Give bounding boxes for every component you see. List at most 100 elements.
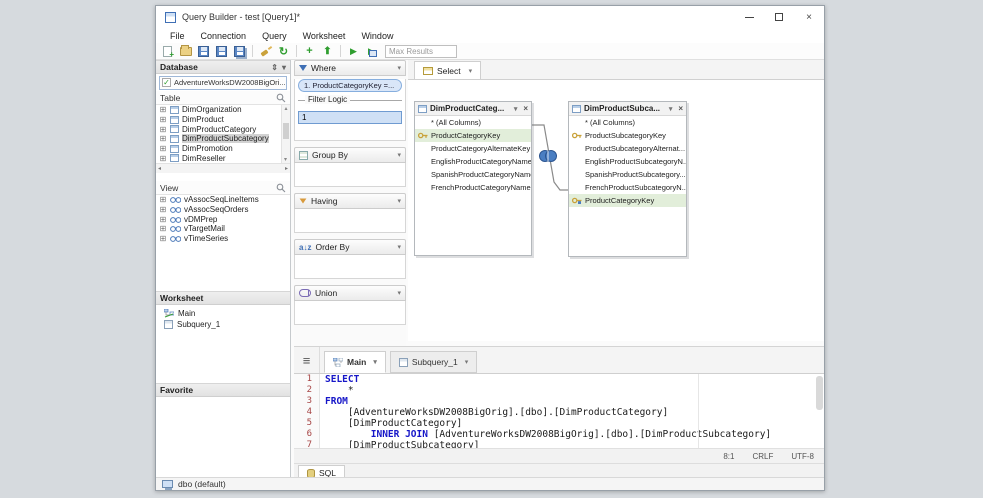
column-primary-key[interactable]: ProductSubcategoryKey bbox=[569, 129, 686, 142]
table-card-dimproductsubcategory[interactable]: DimProductSubca... ▾ × * (All Columns) P… bbox=[568, 101, 687, 257]
worksheet-menu-button[interactable]: ≡ bbox=[294, 347, 320, 373]
expand-icon[interactable]: ⊞ bbox=[159, 224, 167, 233]
view-tree-item[interactable]: ⊞ vDMPrep bbox=[156, 214, 290, 224]
open-button[interactable] bbox=[178, 44, 193, 58]
column-all[interactable]: * (All Columns) bbox=[415, 116, 531, 129]
search-icon[interactable] bbox=[276, 183, 286, 193]
new-worksheet-button[interactable]: + bbox=[160, 45, 175, 58]
expand-icon[interactable]: ⊞ bbox=[159, 105, 167, 114]
chevron-down-icon[interactable]: ▾ bbox=[397, 197, 401, 205]
worksheet-section-header[interactable]: Worksheet bbox=[156, 291, 290, 305]
scroll-left-icon[interactable]: ◂ bbox=[158, 165, 161, 172]
run-button[interactable]: ▶ bbox=[346, 45, 361, 58]
sort-icon[interactable]: ⇕ bbox=[271, 63, 278, 72]
menu-worksheet[interactable]: Worksheet bbox=[295, 31, 354, 41]
table-tree-item[interactable]: ⊞ DimProductCategory bbox=[156, 124, 290, 134]
select-tab[interactable]: Select ▾ bbox=[414, 61, 482, 79]
scroll-down-icon[interactable]: ▾ bbox=[284, 156, 287, 163]
column-primary-key[interactable]: ProductCategoryKey bbox=[415, 129, 531, 142]
table-list-horizontal-scrollbar[interactable]: ◂ ▸ bbox=[156, 163, 290, 173]
refresh-button[interactable]: ↻ bbox=[276, 45, 291, 58]
encoding[interactable]: UTF-8 bbox=[791, 452, 814, 461]
expand-icon[interactable]: ⊞ bbox=[159, 205, 167, 214]
tab-subquery-1[interactable]: Subquery_1 ▾ bbox=[389, 351, 478, 373]
table-tree-item-selected[interactable]: ⊞ DimProductSubcategory bbox=[156, 134, 290, 144]
table-card-header[interactable]: DimProductSubca... ▾ × bbox=[569, 102, 686, 116]
sql-code-editor[interactable]: 1 2 3 4 5 6 7 SELECT * FROM [AdventureWo… bbox=[294, 374, 824, 449]
chevron-down-icon[interactable]: ▾ bbox=[397, 289, 401, 297]
column[interactable]: SpanishProductSubcategory... bbox=[569, 168, 686, 181]
where-condition-chip[interactable]: 1. ProductCategoryKey =... bbox=[298, 79, 402, 92]
connect-button[interactable] bbox=[258, 45, 273, 58]
scroll-right-icon[interactable]: ▸ bbox=[285, 165, 288, 172]
view-tree-item[interactable]: ⊞ vAssocSeqOrders bbox=[156, 205, 290, 215]
save-all-button[interactable] bbox=[232, 45, 247, 58]
chevron-down-icon[interactable]: ▾ bbox=[397, 151, 401, 159]
column[interactable]: FrenchProductCategoryName bbox=[415, 181, 531, 194]
close-icon[interactable]: × bbox=[523, 104, 528, 113]
add-subquery-button[interactable]: ⬆ bbox=[320, 45, 335, 58]
table-card-header[interactable]: DimProductCateg... ▾ × bbox=[415, 102, 531, 116]
expand-icon[interactable]: ⊞ bbox=[159, 215, 167, 224]
expand-icon[interactable]: ⊞ bbox=[159, 195, 167, 204]
view-tree-item[interactable]: ⊞ vAssocSeqLineItems bbox=[156, 195, 290, 205]
order-by-panel-header[interactable]: a↓z Order By ▾ bbox=[294, 239, 406, 255]
max-results-input[interactable] bbox=[385, 44, 457, 58]
column[interactable]: ProductCategoryAlternateKey bbox=[415, 142, 531, 155]
run-to-grid-button[interactable]: ▶ bbox=[364, 45, 379, 58]
column-foreign-key[interactable]: ProductCategoryKey bbox=[569, 194, 686, 207]
filter-logic-input[interactable] bbox=[298, 111, 402, 124]
table-card-dimproductcategory[interactable]: DimProductCateg... ▾ × * (All Columns) P… bbox=[414, 101, 532, 256]
expand-icon[interactable]: ⊞ bbox=[159, 134, 167, 143]
scrollbar-thumb[interactable] bbox=[283, 123, 289, 139]
chevron-down-icon[interactable]: ▾ bbox=[397, 64, 401, 72]
where-panel-header[interactable]: Where ▾ bbox=[294, 60, 406, 76]
code-area[interactable]: SELECT * FROM [AdventureWorksDW2008BigOr… bbox=[320, 374, 824, 448]
maximize-button[interactable] bbox=[764, 6, 794, 28]
column[interactable]: ProductSubcategoryAlternat... bbox=[569, 142, 686, 155]
close-icon[interactable]: × bbox=[678, 104, 683, 113]
expand-icon[interactable]: ⊞ bbox=[159, 234, 167, 243]
database-section-header[interactable]: Database ⇕ ▾ bbox=[156, 60, 290, 74]
tab-main[interactable]: Main ▾ bbox=[324, 351, 386, 373]
view-tree-item[interactable]: ⊞ vTimeSeries bbox=[156, 234, 290, 243]
menu-file[interactable]: File bbox=[162, 31, 193, 41]
column[interactable]: FrenchProductSubcategoryN... bbox=[569, 181, 686, 194]
table-tree-item[interactable]: ⊞ DimProduct bbox=[156, 115, 290, 125]
worksheet-item-subquery[interactable]: Subquery_1 bbox=[156, 319, 290, 330]
search-icon[interactable] bbox=[276, 93, 286, 103]
minimize-button[interactable] bbox=[734, 6, 764, 28]
expand-icon[interactable]: ⊞ bbox=[159, 144, 167, 153]
menu-query[interactable]: Query bbox=[254, 31, 295, 41]
chevron-down-icon[interactable]: ▾ bbox=[397, 243, 401, 251]
add-query-button[interactable]: + bbox=[302, 45, 317, 58]
line-ending[interactable]: CRLF bbox=[752, 452, 773, 461]
chevron-down-icon[interactable]: ▾ bbox=[669, 105, 673, 113]
table-list-vertical-scrollbar[interactable]: ▴ ▾ bbox=[281, 105, 290, 163]
editor-scrollbar[interactable] bbox=[816, 376, 823, 410]
column[interactable]: EnglishProductSubcategoryN... bbox=[569, 155, 686, 168]
title-bar[interactable]: Query Builder - test [Query1]* × bbox=[156, 6, 824, 28]
table-tree-item[interactable]: ⊞ DimOrganization bbox=[156, 105, 290, 115]
save-button[interactable] bbox=[196, 45, 211, 58]
group-by-panel-header[interactable]: Group By ▾ bbox=[294, 147, 406, 163]
having-panel-header[interactable]: Having ▾ bbox=[294, 193, 406, 209]
column-all[interactable]: * (All Columns) bbox=[569, 116, 686, 129]
menu-window[interactable]: Window bbox=[353, 31, 401, 41]
close-button[interactable]: × bbox=[794, 6, 824, 28]
chevron-down-icon[interactable]: ▾ bbox=[282, 63, 286, 72]
chevron-down-icon[interactable]: ▾ bbox=[373, 358, 377, 366]
view-tree-item[interactable]: ⊞ vTargetMail bbox=[156, 224, 290, 234]
table-tree-item[interactable]: ⊞ DimPromotion bbox=[156, 144, 290, 154]
column[interactable]: EnglishProductCategoryName bbox=[415, 155, 531, 168]
column[interactable]: SpanishProductCategoryName bbox=[415, 168, 531, 181]
union-panel-header[interactable]: Union ▾ bbox=[294, 285, 406, 301]
favorite-section-header[interactable]: Favorite bbox=[156, 383, 290, 397]
expand-icon[interactable]: ⊞ bbox=[159, 115, 167, 124]
chevron-down-icon[interactable]: ▾ bbox=[514, 105, 518, 113]
worksheet-item-main[interactable]: Main bbox=[156, 308, 290, 319]
chevron-down-icon[interactable]: ▾ bbox=[469, 67, 473, 75]
active-connection[interactable]: ✓ AdventureWorksDW2008BigOri... bbox=[159, 75, 287, 90]
menu-connection[interactable]: Connection bbox=[193, 31, 255, 41]
expand-icon[interactable]: ⊞ bbox=[159, 154, 167, 163]
